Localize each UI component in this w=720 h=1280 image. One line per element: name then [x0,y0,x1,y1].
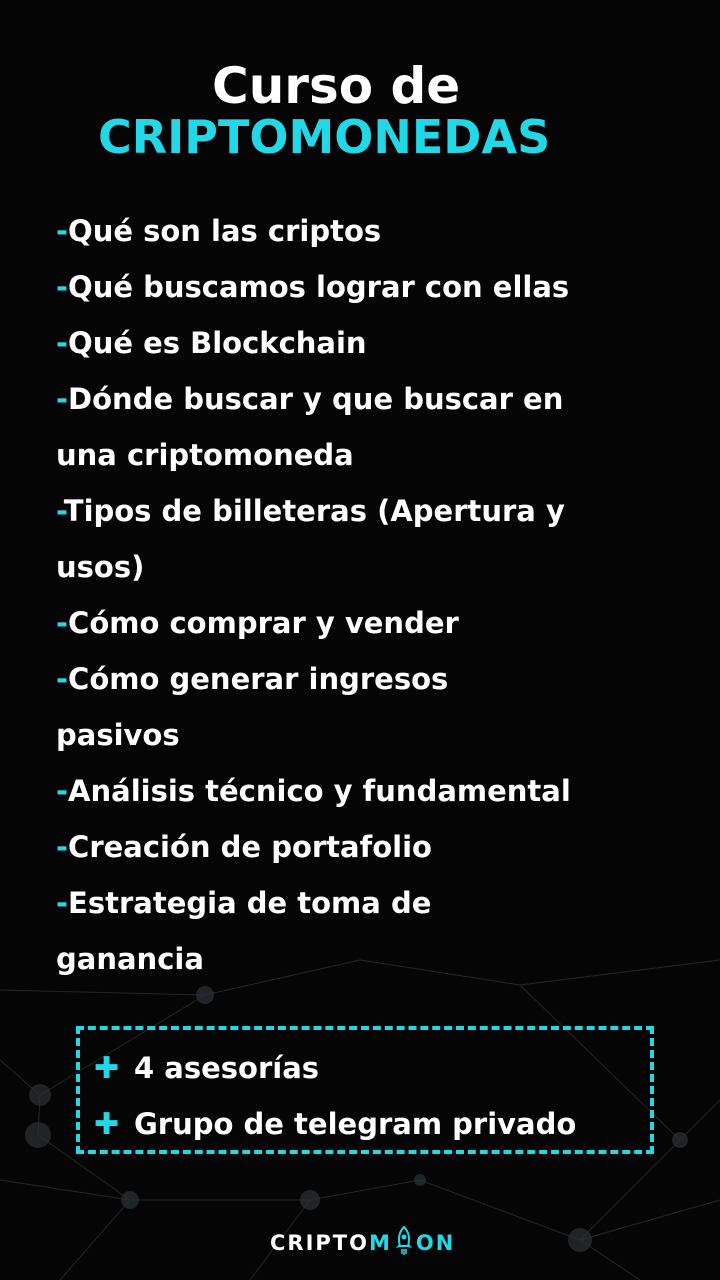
topic-item: una criptomoneda [56,427,706,483]
topic-dash: - [56,830,69,864]
topic-text: pasivos [56,718,180,752]
topic-item: pasivos [56,707,706,763]
topic-dash: - [56,214,69,248]
topic-item: -Análisis técnico y fundamental [56,763,706,819]
topic-text: Qué son las criptos [68,214,382,248]
extra-item-asesorias: ✚ 4 asesorías [94,1048,319,1089]
topic-item: -Cómo generar ingresos [56,651,706,707]
topic-item: -Estrategia de toma de [56,875,706,931]
topic-text: Tipos de billeteras (Apertura y [63,494,565,528]
topic-text: Qué buscamos lograr con ellas [68,270,570,304]
extra-text: 4 asesorías [134,1051,320,1085]
topic-item: -Qué es Blockchain [56,315,706,371]
topic-item: ganancia [56,931,706,987]
rocket-icon [393,1225,415,1264]
topic-item: -Qué buscamos lograr con ellas [56,259,706,315]
brand-prefix: CRIPTO [270,1231,369,1255]
topic-dash: - [56,382,69,416]
extra-item-telegram: ✚ Grupo de telegram privado [94,1104,576,1145]
topic-text: Estrategia de toma de [68,886,432,920]
topic-dash: - [56,774,69,808]
topic-dash: - [56,270,69,304]
topic-text: ganancia [56,942,204,976]
topic-item: -Qué son las criptos [56,203,706,259]
topic-text: Cómo comprar y vender [68,606,459,640]
topic-dash: - [56,326,69,360]
topic-dash: - [56,606,69,640]
topic-dash: - [56,494,64,528]
topic-item: -Tipos de billeteras (Apertura y [56,483,706,539]
extra-text: Grupo de telegram privado [134,1107,577,1141]
topic-text: Cómo generar ingresos [68,662,449,696]
topic-text: Creación de portafolio [68,830,432,864]
topic-dash: - [56,886,69,920]
brand-m: M [368,1231,392,1255]
brand-suffix: ON [415,1231,456,1255]
brand-logo: CRIPTOM ON [270,1225,456,1264]
course-title-line2: CRIPTOMONEDAS [98,110,551,164]
topic-text: Qué es Blockchain [68,326,367,360]
topic-text: Análisis técnico y fundamental [68,774,571,808]
topic-text: una criptomoneda [56,438,354,472]
topic-item: usos) [56,539,706,595]
topic-item: -Cómo comprar y vender [56,595,706,651]
topic-text: Dónde buscar y que buscar en [68,382,564,416]
topic-text: usos) [56,550,145,584]
topic-dash: - [56,662,69,696]
topic-item: -Dónde buscar y que buscar en [56,371,706,427]
extras-box: ✚ 4 asesorías ✚ Grupo de telegram privado [76,1026,654,1154]
course-title-line1: Curso de [212,57,461,115]
topic-list: -Qué son las criptos -Qué buscamos logra… [56,203,706,987]
plus-icon: ✚ [94,1051,120,1086]
plus-icon: ✚ [94,1107,120,1142]
topic-item: -Creación de portafolio [56,819,706,875]
